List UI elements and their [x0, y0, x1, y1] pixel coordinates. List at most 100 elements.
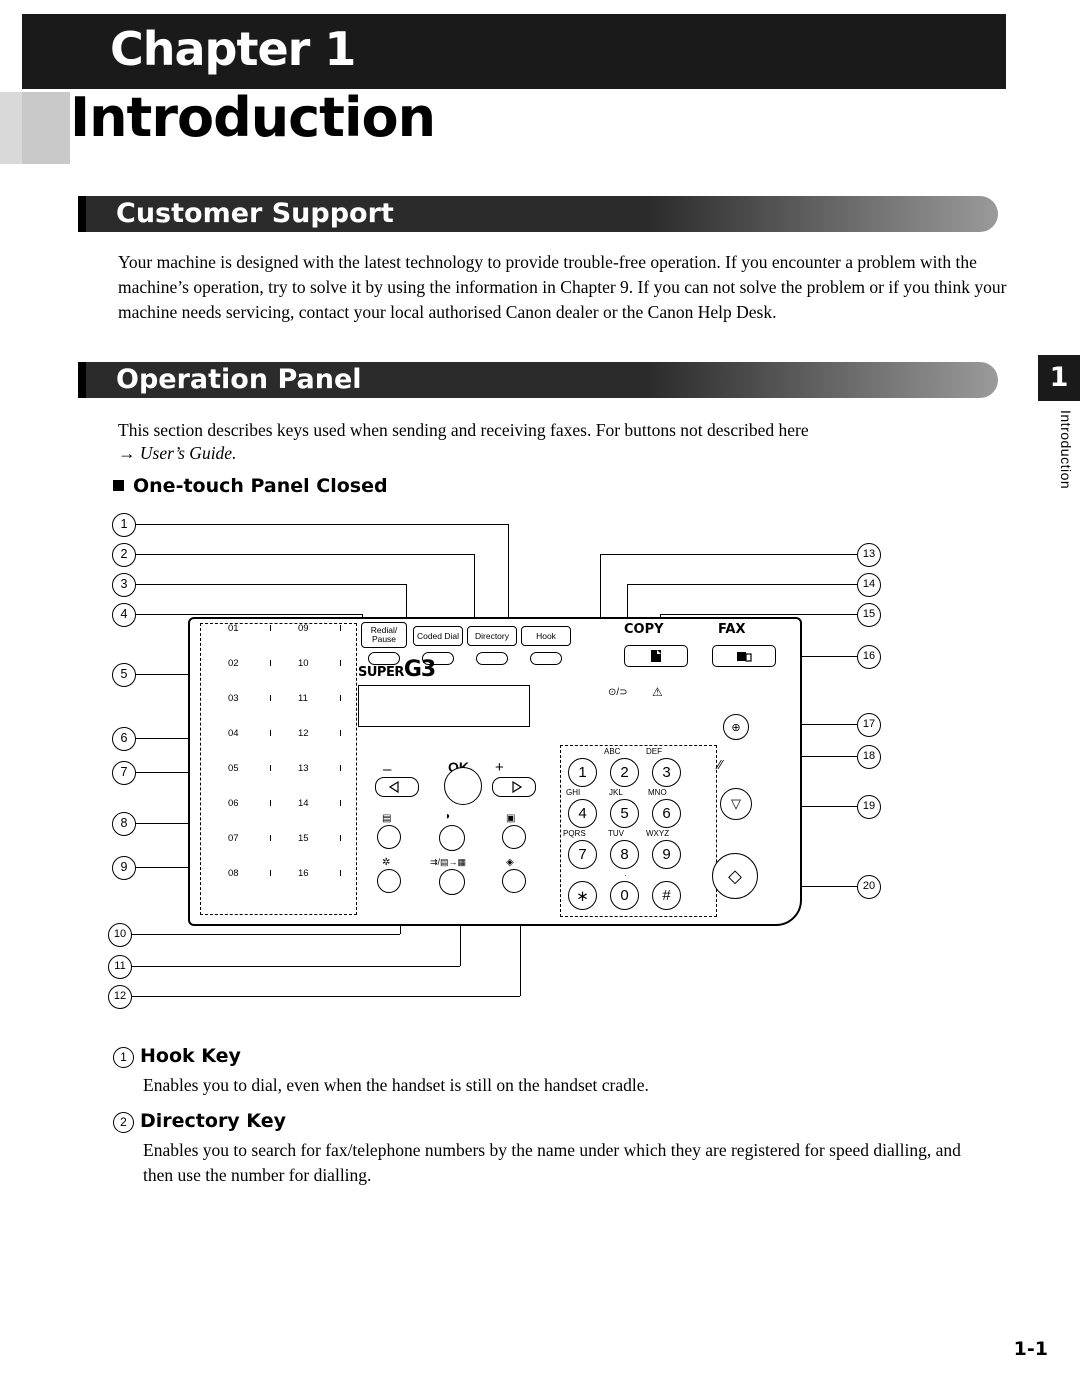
one-touch-label-01: 01	[228, 623, 239, 634]
keypad-letters-9: WXYZ	[646, 829, 670, 838]
energy-saver-key[interactable]: ⊕	[723, 714, 749, 740]
callout-9: 9	[112, 856, 136, 880]
two-sided-key[interactable]	[502, 825, 526, 849]
callout-4: 4	[112, 603, 136, 627]
callout-3: 3	[112, 573, 136, 597]
minus-label: –	[383, 761, 392, 778]
plus-label: +	[495, 759, 504, 776]
keypad-key-4[interactable]: 4	[568, 799, 597, 828]
section-header-customer-support: Customer Support	[78, 196, 998, 232]
one-touch-label-10: 10	[298, 658, 309, 669]
fax-machine-icon	[737, 652, 752, 662]
keypad-key-0[interactable]: 0	[610, 881, 639, 910]
report-key[interactable]	[377, 869, 401, 893]
copy-label: COPY	[624, 622, 664, 637]
keypad-key-hash[interactable]: #	[652, 881, 681, 910]
keypad-letters-4: GHI	[566, 788, 581, 797]
density-key[interactable]	[439, 825, 465, 851]
one-touch-divider-5	[270, 765, 271, 771]
section-header-operation-panel: Operation Panel	[78, 362, 998, 398]
right-arrow-key[interactable]	[492, 777, 536, 797]
operation-panel-crossref: → User’s Guide.	[118, 443, 237, 463]
one-touch-label-15: 15	[298, 833, 309, 844]
stop-slash-icon: ∕∕	[718, 757, 723, 772]
keypad-key-3[interactable]: 3	[652, 758, 681, 787]
keypad-key-5[interactable]: 5	[610, 799, 639, 828]
ok-key[interactable]	[444, 767, 482, 805]
chapter-accent-block	[22, 14, 70, 89]
item-2-body: Enables you to search for fax/telephone …	[143, 1140, 961, 1185]
keypad-letters-6: MNO	[648, 788, 667, 797]
one-touch-divider-5b	[340, 765, 341, 771]
one-touch-divider-7	[270, 835, 271, 841]
callout-1: 1	[112, 513, 136, 537]
start-key[interactable]: ◇	[712, 853, 758, 899]
keypad-key-star[interactable]: ∗	[568, 881, 597, 910]
keypad-letters-5: JKL	[609, 788, 623, 797]
item-1-number: 1	[113, 1047, 134, 1068]
item-2-number: 2	[113, 1112, 134, 1133]
one-touch-panel-region	[200, 623, 357, 915]
one-touch-label-03: 03	[228, 693, 239, 704]
left-arrow-key[interactable]	[375, 777, 419, 797]
operation-panel-figure: 1 2 3 4 5 6 7 8 9 10 11 12 13 14 15 16 1…	[100, 505, 900, 1009]
callout-14: 14	[857, 573, 881, 597]
callout-6: 6	[112, 727, 136, 751]
one-touch-label-13: 13	[298, 763, 309, 774]
section-tick	[78, 362, 86, 398]
callout-18: 18	[857, 745, 881, 769]
keypad-key-7[interactable]: 7	[568, 840, 597, 869]
one-touch-divider-2	[270, 660, 271, 666]
one-touch-divider-4b	[340, 730, 341, 736]
fax-label: FAX	[718, 622, 746, 637]
super-g3-logo: SUPERG3	[358, 657, 436, 682]
section-tick	[78, 196, 86, 232]
image-quality-key[interactable]	[377, 825, 401, 849]
keypad-key-6[interactable]: 6	[652, 799, 681, 828]
keypad-key-9[interactable]: 9	[652, 840, 681, 869]
one-touch-label-14: 14	[298, 798, 309, 809]
report-icon: ✲	[382, 857, 391, 868]
keypad-key-8[interactable]: 8	[610, 840, 639, 869]
customer-support-paragraph: Your machine is designed with the latest…	[118, 252, 1007, 322]
hook-button[interactable]: Hook	[521, 626, 571, 646]
chapter-side-tab-label: Introduction	[1058, 410, 1074, 490]
fax-mode-key[interactable]	[712, 645, 776, 667]
one-touch-divider-7b	[340, 835, 341, 841]
title-accent-block-inner	[22, 92, 70, 164]
keypad-key-2[interactable]: 2	[610, 758, 639, 787]
item-2-title: Directory Key	[140, 1110, 286, 1132]
one-touch-divider-6	[270, 800, 271, 806]
stop-key[interactable]: ▽	[720, 788, 752, 820]
callout-19: 19	[857, 795, 881, 819]
one-touch-label-11: 11	[298, 693, 308, 704]
bullet-square-icon	[113, 480, 124, 491]
one-touch-divider-2b	[340, 660, 341, 666]
redial-pause-button[interactable]: Redial/ Pause	[361, 622, 407, 648]
copy-mode-key[interactable]	[624, 645, 688, 667]
callout-11: 11	[108, 955, 132, 979]
callout-8: 8	[112, 812, 136, 836]
collate-icon: ⇉/▤→▦	[430, 857, 467, 867]
item-1-title: Hook Key	[140, 1045, 241, 1067]
collate-key[interactable]	[439, 869, 465, 895]
keypad-letters-2: ABC	[604, 747, 621, 756]
one-touch-label-09: 09	[298, 623, 309, 634]
hook-key-pill[interactable]	[530, 652, 562, 665]
menu-key[interactable]	[502, 869, 526, 893]
callout-2: 2	[112, 543, 136, 567]
item-1-heading: 1 Hook Key	[113, 1045, 241, 1068]
keypad-key-1[interactable]: 1	[568, 758, 597, 787]
subheading-one-touch-panel-closed: One-touch Panel Closed	[113, 475, 388, 497]
directory-key-pill[interactable]	[476, 652, 508, 665]
section-title-operation-panel: Operation Panel	[116, 364, 362, 395]
one-touch-label-16: 16	[298, 868, 309, 879]
keypad-letters-7: PQRS	[563, 829, 586, 838]
page-number: 1-1	[1013, 1338, 1048, 1360]
redial-pause-line2: Pause	[371, 634, 397, 644]
one-touch-divider-1	[270, 625, 271, 631]
chapter-side-tab: 1	[1038, 355, 1080, 401]
density-icon: ◑	[444, 811, 451, 822]
coded-dial-button[interactable]: Coded Dial	[413, 626, 463, 646]
directory-button[interactable]: Directory	[467, 626, 517, 646]
